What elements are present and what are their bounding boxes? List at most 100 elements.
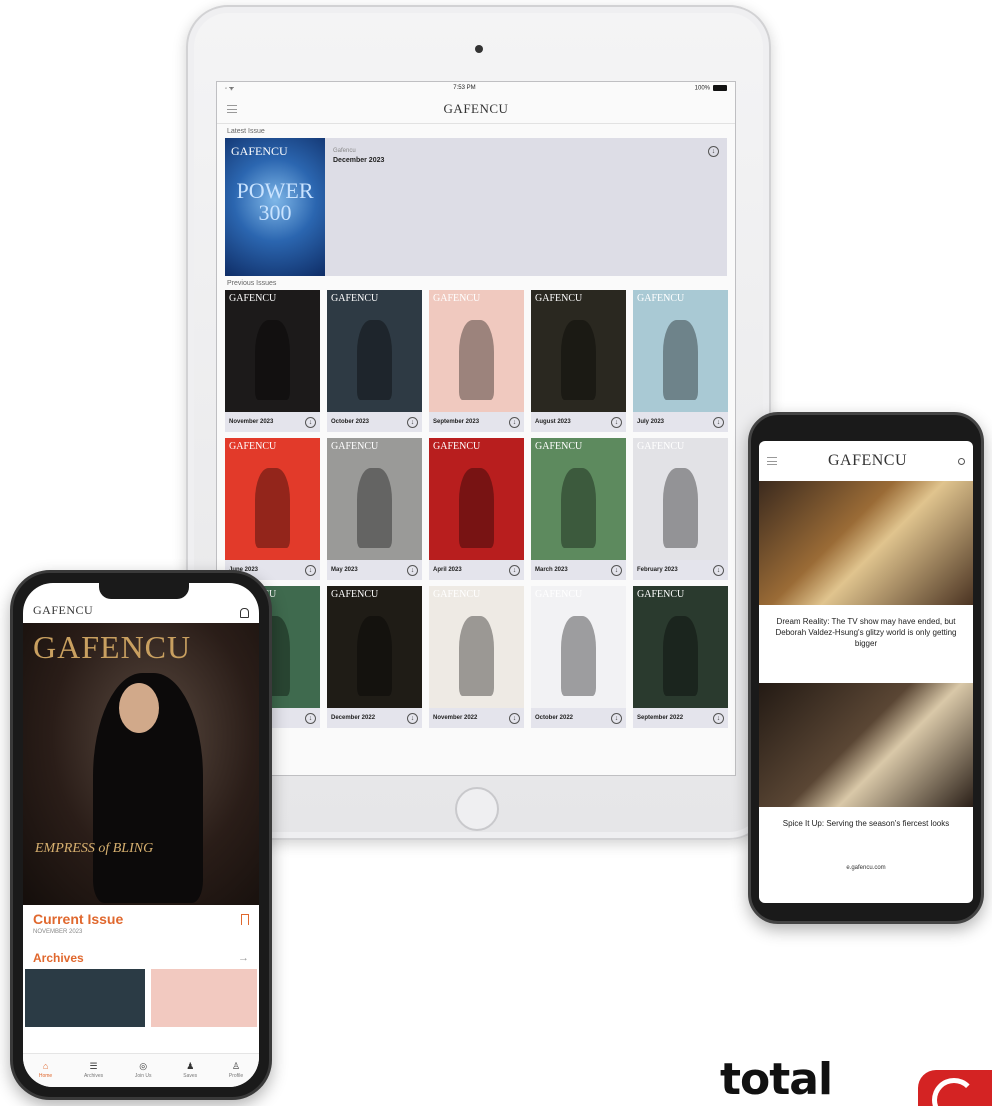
cover-figure <box>357 468 392 548</box>
download-icon[interactable]: ↓ <box>713 712 724 724</box>
article-image[interactable] <box>759 683 973 807</box>
cover-logo: GAFENCU <box>433 293 481 304</box>
cover-figure <box>561 468 596 548</box>
issue-caption: December 2022 ↓ <box>327 708 422 728</box>
archive-cover[interactable] <box>25 969 145 1027</box>
download-icon[interactable]: ↓ <box>611 564 622 576</box>
tab-profile[interactable]: ♙ Profile <box>229 1062 243 1080</box>
arrow-right-icon[interactable]: → <box>238 952 249 964</box>
issue-cover[interactable]: GAFENCU <box>429 290 524 412</box>
issue-cover[interactable]: GAFENCU <box>633 438 728 560</box>
issue-item[interactable]: GAFENCU April 2023 ↓ <box>429 438 524 580</box>
phone-notch <box>99 583 189 599</box>
issues-grid: GAFENCU November 2023 ↓ GAFENCU October 2023… <box>217 290 735 728</box>
tab-join-us[interactable]: ◎ Join Us <box>135 1061 152 1080</box>
tab-icon: ◎ <box>139 1061 148 1071</box>
cover-logo: GAFENCU <box>229 441 277 452</box>
menu-icon[interactable] <box>767 457 777 465</box>
issue-caption: November 2023 ↓ <box>225 412 320 432</box>
issue-cover[interactable]: GAFENCU <box>429 586 524 708</box>
issue-item[interactable]: GAFENCU December 2022 ↓ <box>327 586 422 728</box>
latest-issue-cover[interactable]: GAFENCU POWER 300 <box>225 138 325 276</box>
current-issue-cover[interactable]: GAFENCU EMPRESS of BLING <box>23 623 259 905</box>
issue-cover[interactable]: GAFENCU <box>327 586 422 708</box>
search-icon[interactable] <box>958 457 965 465</box>
cover-logo: GAFENCU <box>331 441 379 452</box>
cover-face <box>119 683 159 733</box>
latest-issue-card[interactable]: GAFENCU POWER 300 Gafencu December 2023 … <box>225 138 727 276</box>
download-icon[interactable]: ↓ <box>305 564 316 576</box>
tab-archives[interactable]: ☰ Archives <box>84 1062 103 1080</box>
issue-label: September 2022 <box>637 715 684 721</box>
app-logo: GAFENCU <box>33 603 94 617</box>
bell-icon[interactable] <box>240 608 249 618</box>
download-icon[interactable]: ↓ <box>407 416 418 428</box>
issue-cover[interactable]: GAFENCU <box>327 290 422 412</box>
download-icon[interactable]: ↓ <box>509 712 520 724</box>
download-icon[interactable]: ↓ <box>708 146 719 157</box>
issue-label: September 2023 <box>433 419 480 425</box>
issue-item[interactable]: GAFENCU March 2023 ↓ <box>531 438 626 580</box>
issue-label: February 2023 <box>637 567 678 573</box>
download-icon[interactable]: ↓ <box>509 564 520 576</box>
issue-cover[interactable]: GAFENCU <box>327 438 422 560</box>
archives-header[interactable]: Archives → <box>23 935 259 969</box>
issue-item[interactable]: GAFENCU August 2023 ↓ <box>531 290 626 432</box>
article-image[interactable] <box>759 481 973 605</box>
archive-cover[interactable] <box>150 969 257 1027</box>
status-time: 7:53 PM <box>453 85 476 91</box>
archives-title: Archives <box>33 951 84 965</box>
issue-cover[interactable]: GAFENCU <box>225 438 320 560</box>
download-icon[interactable]: ↓ <box>407 712 418 724</box>
iphone-screen: GAFENCU GAFENCU EMPRESS of BLING Current… <box>23 583 259 1087</box>
issue-cover[interactable]: GAFENCU <box>531 438 626 560</box>
tab-saves[interactable]: ♟ Saves <box>183 1062 197 1080</box>
bookmark-icon[interactable] <box>241 913 249 925</box>
home-button[interactable] <box>455 787 499 831</box>
issue-item[interactable]: GAFENCU September 2023 ↓ <box>429 290 524 432</box>
issue-item[interactable]: GAFENCU November 2023 ↓ <box>225 290 320 432</box>
download-icon[interactable]: ↓ <box>305 712 316 724</box>
previous-issues-label: Previous Issues <box>227 280 277 287</box>
issue-item[interactable]: GAFENCU September 2022 ↓ <box>633 586 728 728</box>
download-icon[interactable]: ↓ <box>713 564 724 576</box>
issue-caption: September 2022 ↓ <box>633 708 728 728</box>
app-logo: GAFENCU <box>827 452 908 469</box>
issue-item[interactable]: GAFENCU February 2023 ↓ <box>633 438 728 580</box>
download-icon[interactable]: ↓ <box>407 564 418 576</box>
cover-headline: POWER 300 <box>236 178 314 225</box>
issue-cover[interactable]: GAFENCU <box>633 290 728 412</box>
issue-item[interactable]: GAFENCU October 2022 ↓ <box>531 586 626 728</box>
issue-item[interactable]: GAFENCU June 2023 ↓ <box>225 438 320 580</box>
issue-item[interactable]: GAFENCU October 2023 ↓ <box>327 290 422 432</box>
issue-caption: May 2023 ↓ <box>327 560 422 580</box>
download-icon[interactable]: ↓ <box>509 416 520 428</box>
url-bar: e.gafencu.com <box>846 865 886 871</box>
issue-cover[interactable]: GAFENCU <box>531 290 626 412</box>
issue-item[interactable]: GAFENCU November 2022 ↓ <box>429 586 524 728</box>
total-logo: total <box>720 1054 833 1105</box>
issue-label: July 2023 <box>637 419 665 425</box>
download-icon[interactable]: ↓ <box>305 416 316 428</box>
issue-label: October 2022 <box>535 715 574 721</box>
cover-figure <box>459 616 494 696</box>
issue-item[interactable]: GAFENCU May 2023 ↓ <box>327 438 422 580</box>
article-title[interactable]: Dream Reality: The TV show may have ende… <box>759 605 973 683</box>
issue-cover[interactable]: GAFENCU <box>225 290 320 412</box>
cover-figure <box>663 616 698 696</box>
download-icon[interactable]: ↓ <box>611 712 622 724</box>
cover-logo: GAFENCU <box>637 441 685 452</box>
current-issue-title: Current Issue <box>33 911 124 927</box>
download-icon[interactable]: ↓ <box>611 416 622 428</box>
tab-home[interactable]: ⌂ Home <box>39 1062 52 1080</box>
issue-item[interactable]: GAFENCU July 2023 ↓ <box>633 290 728 432</box>
archives-row <box>23 969 259 1027</box>
issue-cover[interactable]: GAFENCU <box>633 586 728 708</box>
article-title[interactable]: Spice It Up: Serving the season's fierce… <box>759 807 973 861</box>
issue-caption: November 2022 ↓ <box>429 708 524 728</box>
issue-cover[interactable]: GAFENCU <box>429 438 524 560</box>
issue-cover[interactable]: GAFENCU <box>531 586 626 708</box>
issue-label: April 2023 <box>433 567 462 573</box>
cover-logo: GAFENCU <box>637 589 685 600</box>
download-icon[interactable]: ↓ <box>713 416 724 428</box>
